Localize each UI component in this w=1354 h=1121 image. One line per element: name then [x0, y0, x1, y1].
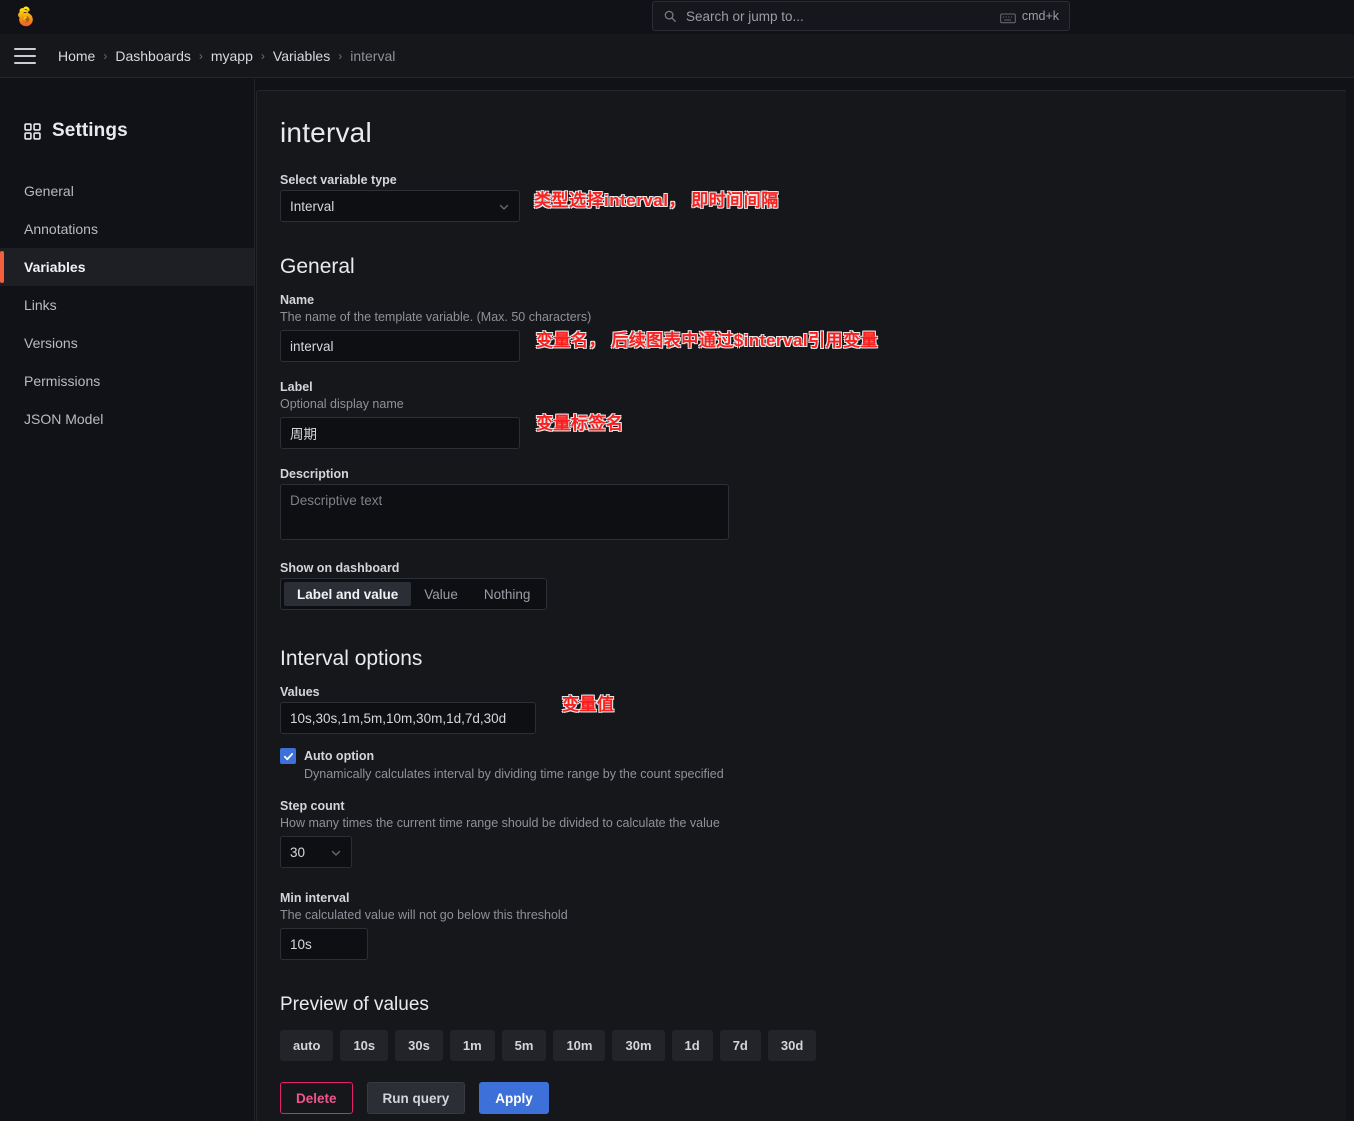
annotation-variable-values: 变量值	[562, 690, 615, 715]
min-interval-input[interactable]	[280, 928, 368, 960]
values-label: Values	[280, 685, 1346, 699]
variable-type-select[interactable]: Interval	[280, 190, 520, 222]
show-on-dashboard-radio-group: Label and value Value Nothing	[280, 578, 547, 610]
preview-chip: 10m	[553, 1030, 605, 1061]
preview-chip: auto	[280, 1030, 333, 1061]
sidebar-item-label: Annotations	[24, 221, 98, 237]
description-label: Description	[280, 467, 1346, 481]
apps-grid-icon	[24, 123, 41, 140]
step-count-value: 30	[290, 845, 330, 860]
sidebar-item-general[interactable]: General	[0, 172, 254, 210]
sidebar-item-label: JSON Model	[24, 411, 103, 427]
search-shortcut-label: cmd+k	[1022, 9, 1059, 23]
breadcrumb-item-interval: interval	[350, 48, 395, 64]
auto-option-checkbox[interactable]	[280, 748, 296, 764]
sidebar-header: Settings	[24, 120, 254, 142]
variable-editor-panel: interval Select variable type Interval G…	[256, 90, 1346, 1121]
checkmark-icon	[283, 751, 294, 762]
hamburger-menu-icon[interactable]	[14, 48, 36, 64]
auto-option-description: Dynamically calculates interval by divid…	[304, 767, 1346, 781]
settings-nav: General Annotations Variables Links Vers…	[0, 172, 254, 438]
preview-chip: 1d	[672, 1030, 713, 1061]
sidebar-item-variables[interactable]: Variables	[0, 248, 254, 286]
radio-label-and-value[interactable]: Label and value	[284, 582, 411, 606]
preview-chip: 5m	[502, 1030, 547, 1061]
sidebar-item-label: Permissions	[24, 373, 100, 389]
preview-heading: Preview of values	[280, 994, 1346, 1016]
step-count-select[interactable]: 30	[280, 836, 352, 868]
sidebar-item-annotations[interactable]: Annotations	[0, 210, 254, 248]
search-input[interactable]: Search or jump to... cmd+k	[652, 1, 1070, 31]
min-interval-label: Min interval	[280, 891, 1346, 905]
preview-chip: 10s	[340, 1030, 388, 1061]
breadcrumb-item-variables[interactable]: Variables	[273, 48, 330, 64]
general-section-heading: General	[280, 255, 1346, 279]
top-bar: Search or jump to... cmd+k	[0, 0, 1354, 34]
breadcrumb-item-home[interactable]: Home	[58, 48, 95, 64]
run-query-button[interactable]: Run query	[367, 1082, 466, 1114]
delete-button[interactable]: Delete	[280, 1082, 353, 1114]
page-title: interval	[280, 117, 1346, 149]
radio-value[interactable]: Value	[411, 582, 471, 606]
description-textarea[interactable]	[280, 484, 729, 540]
auto-option-label: Auto option	[304, 749, 374, 763]
keyboard-icon	[1000, 11, 1016, 22]
preview-chip: 30d	[768, 1030, 816, 1061]
search-icon	[663, 9, 677, 23]
settings-sidebar: Settings General Annotations Variables L…	[0, 79, 255, 1121]
sidebar-item-label: Variables	[24, 259, 86, 275]
interval-options-heading: Interval options	[280, 647, 1346, 671]
breadcrumb-separator-icon: ›	[338, 49, 342, 63]
min-interval-description: The calculated value will not go below t…	[280, 908, 1346, 922]
preview-values-list: auto 10s 30s 1m 5m 10m 30m 1d 7d 30d	[280, 1030, 1346, 1061]
label-field-label: Label	[280, 380, 1346, 394]
name-label: Name	[280, 293, 1346, 307]
annotation-variable-type: 类型选择interval， 即时间间隔	[534, 186, 779, 211]
sidebar-item-label: General	[24, 183, 74, 199]
preview-chip: 30m	[612, 1030, 664, 1061]
annotation-variable-name: 变量名， 后续图表中通过$interval引用变量	[536, 326, 878, 351]
grafana-logo-icon[interactable]	[12, 4, 40, 30]
values-input[interactable]	[280, 702, 536, 734]
name-input[interactable]	[280, 330, 520, 362]
sidebar-title: Settings	[52, 120, 128, 142]
show-on-dashboard-label: Show on dashboard	[280, 561, 1346, 575]
preview-chip: 1m	[450, 1030, 495, 1061]
sidebar-item-label: Links	[24, 297, 57, 313]
sidebar-item-json-model[interactable]: JSON Model	[0, 400, 254, 438]
breadcrumb-bar: Home › Dashboards › myapp › Variables › …	[0, 34, 1354, 78]
name-description: The name of the template variable. (Max.…	[280, 310, 1346, 324]
sidebar-item-links[interactable]: Links	[0, 286, 254, 324]
sidebar-item-label: Versions	[24, 335, 78, 351]
breadcrumb-separator-icon: ›	[103, 49, 107, 63]
preview-chip: 7d	[720, 1030, 761, 1061]
label-field-description: Optional display name	[280, 397, 1346, 411]
annotation-variable-label: 变量标签名	[536, 409, 624, 434]
breadcrumb-separator-icon: ›	[199, 49, 203, 63]
chevron-down-icon	[330, 846, 342, 858]
breadcrumb-item-myapp[interactable]: myapp	[211, 48, 253, 64]
variable-type-label: Select variable type	[280, 173, 1346, 187]
step-count-label: Step count	[280, 799, 1346, 813]
apply-button[interactable]: Apply	[479, 1082, 549, 1114]
radio-nothing[interactable]: Nothing	[471, 582, 544, 606]
breadcrumb-separator-icon: ›	[261, 49, 265, 63]
label-input[interactable]	[280, 417, 520, 449]
search-placeholder: Search or jump to...	[686, 9, 1000, 24]
sidebar-item-versions[interactable]: Versions	[0, 324, 254, 362]
variable-type-value: Interval	[290, 199, 498, 214]
preview-chip: 30s	[395, 1030, 443, 1061]
step-count-description: How many times the current time range sh…	[280, 816, 1346, 830]
chevron-down-icon	[498, 200, 510, 212]
breadcrumb-item-dashboards[interactable]: Dashboards	[115, 48, 191, 64]
breadcrumb: Home › Dashboards › myapp › Variables › …	[58, 48, 395, 64]
sidebar-item-permissions[interactable]: Permissions	[0, 362, 254, 400]
